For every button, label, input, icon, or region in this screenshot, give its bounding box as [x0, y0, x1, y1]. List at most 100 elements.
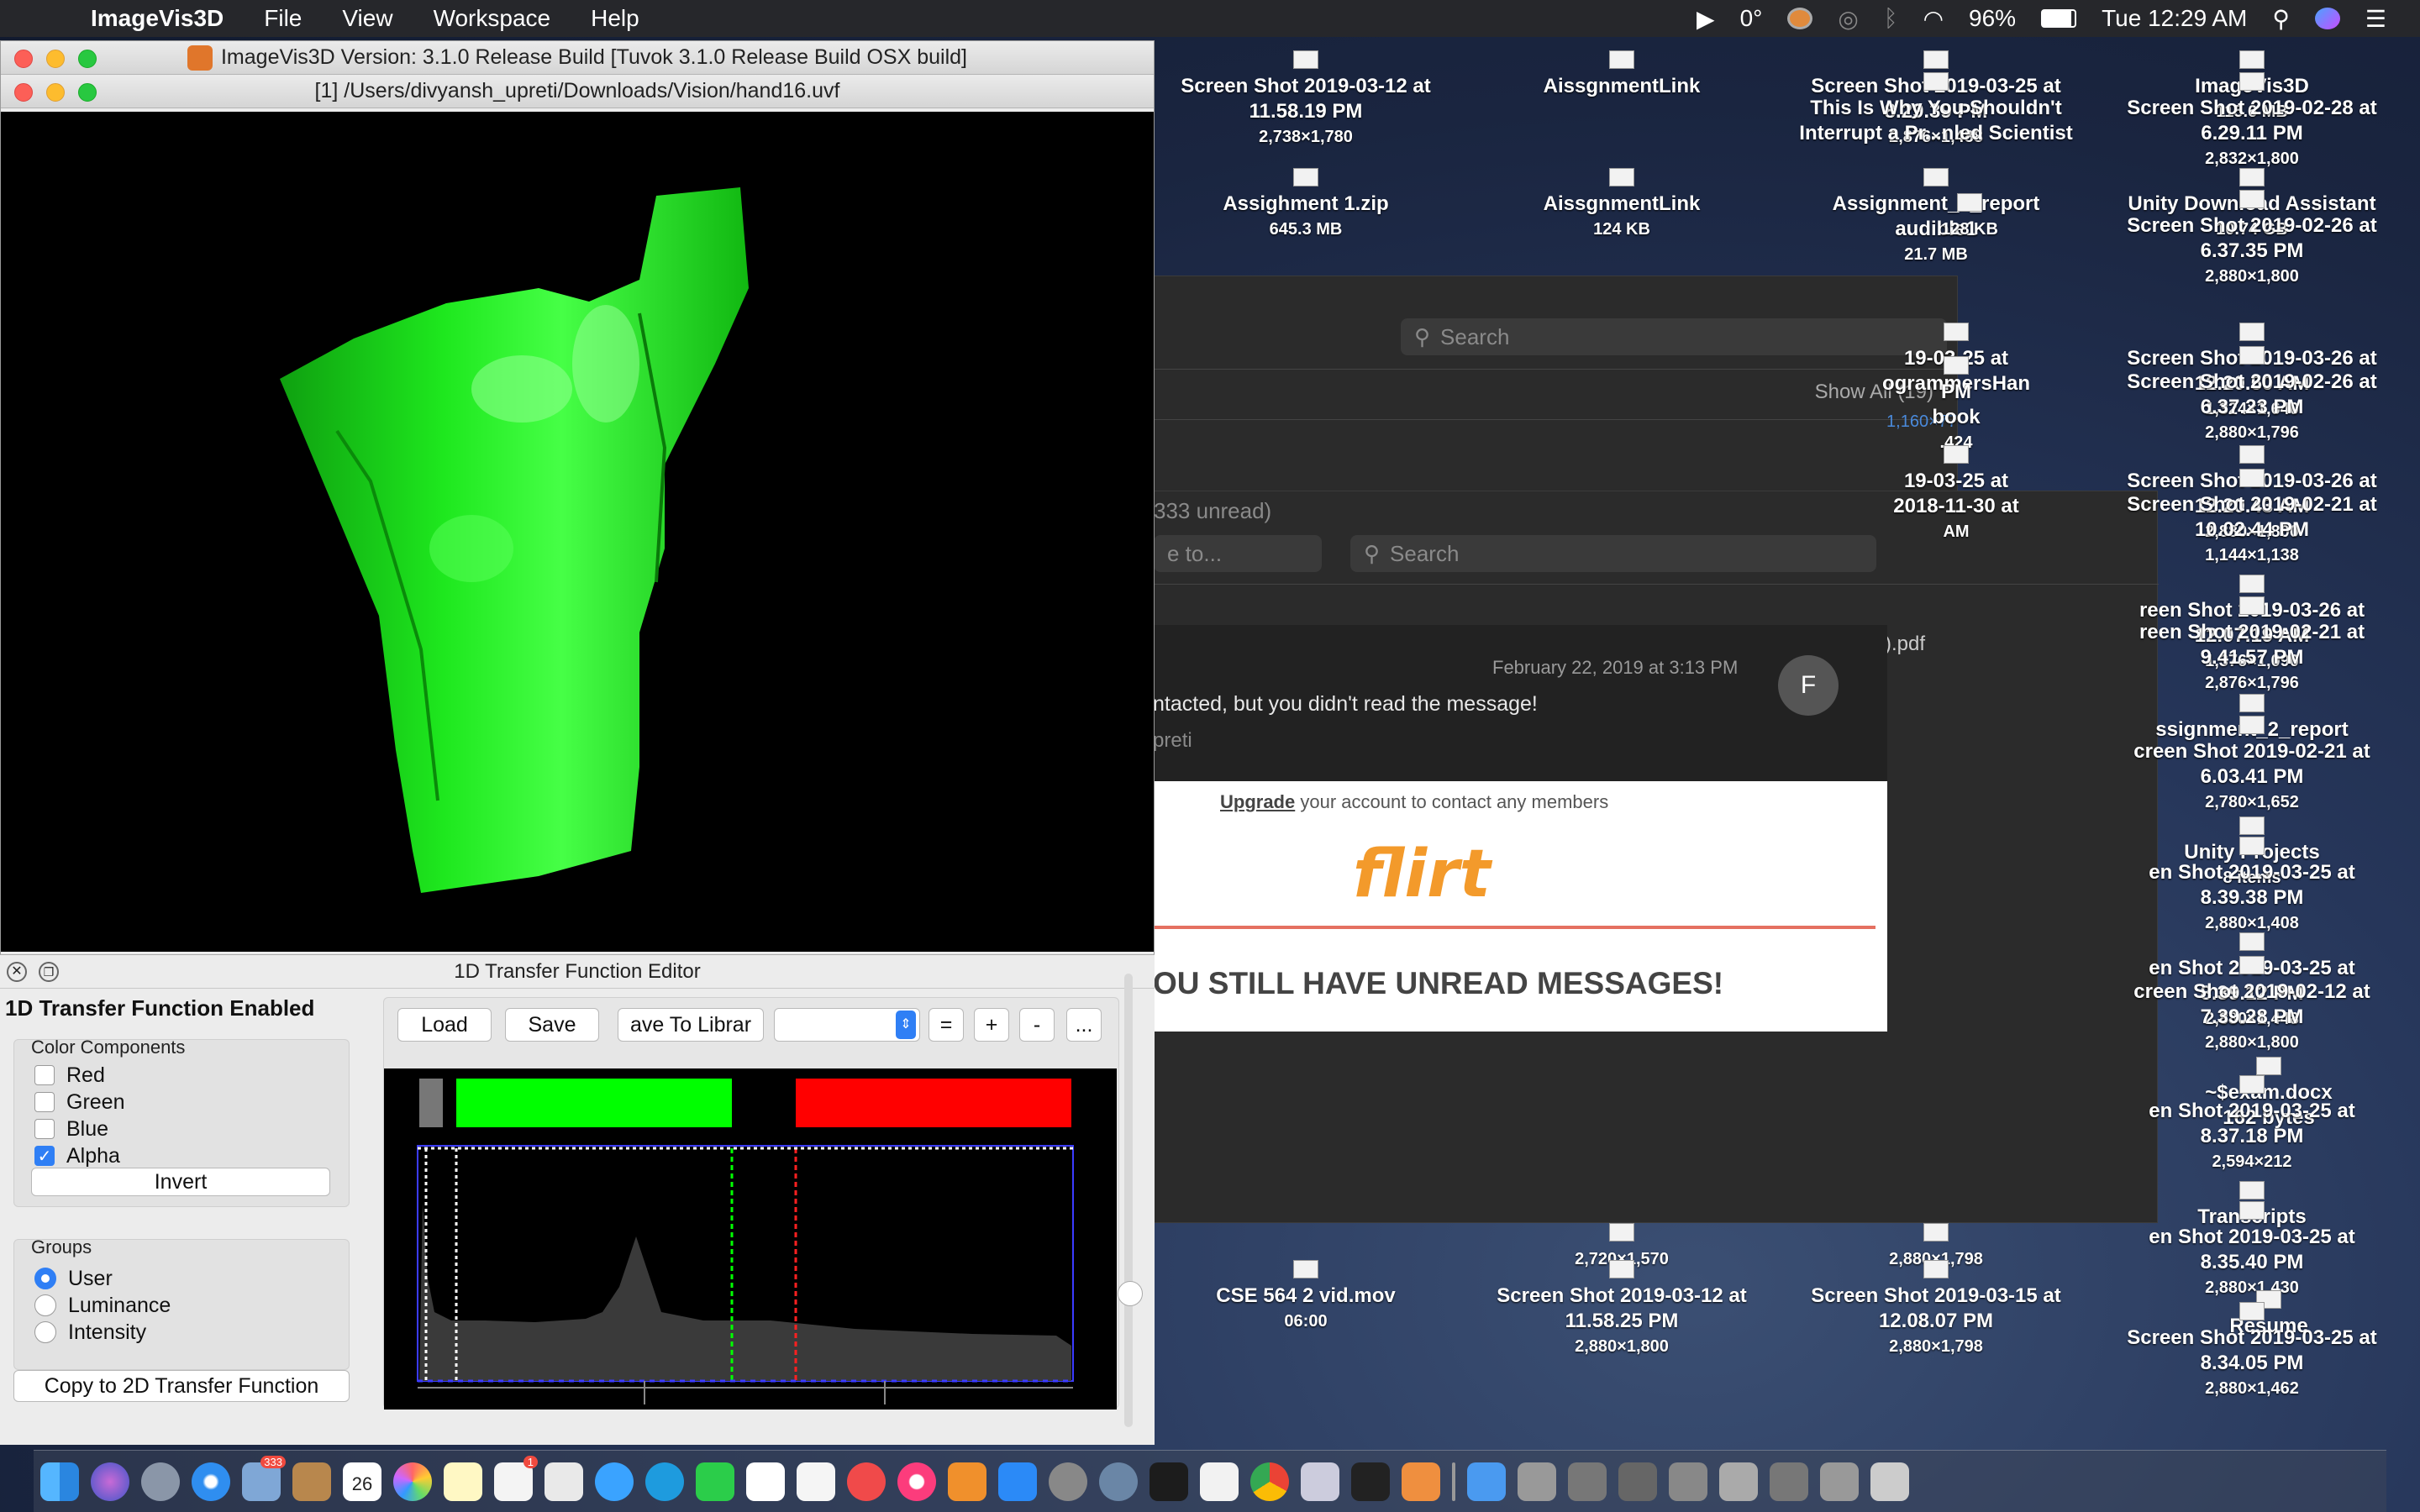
remove-button[interactable]: - [1019, 1008, 1055, 1042]
menu-app-name[interactable]: ImageVis3D [91, 5, 224, 32]
stack-icon[interactable] [1518, 1462, 1556, 1501]
desktop-file-icon[interactable]: This Is Why You Shouldn't Interrupt a Pr.… [1785, 72, 2087, 146]
radio-button[interactable] [34, 1294, 56, 1316]
stack-icon[interactable] [1770, 1462, 1808, 1501]
siri-icon[interactable] [2314, 8, 2340, 29]
desktop-file-icon[interactable]: Screen Shot 2019-02-21 at 10.02.44 PM 1,14… [2101, 469, 2403, 568]
battery-percent[interactable]: 96% [1969, 5, 2016, 32]
radio-button[interactable] [34, 1321, 56, 1343]
desktop-file-icon[interactable]: reen Shot 2019-02-21 at 9.41.57 PM 2,876×1… [2101, 596, 2403, 696]
add-button[interactable]: + [974, 1008, 1009, 1042]
window-titlebar[interactable]: ImageVis3D Version: 3.1.0 Release Build … [1, 41, 1154, 75]
vertical-slider-track[interactable] [1124, 974, 1133, 1427]
minimize-button[interactable] [46, 83, 65, 102]
checkbox-box[interactable] [34, 1119, 55, 1139]
transfer-function-canvas[interactable] [384, 1068, 1117, 1410]
desktop-file-icon[interactable]: creen Shot 2019-02-21 at 6.03.41 PM 2,780×… [2101, 716, 2403, 815]
save-to-library-button[interactable]: ave To Librar [618, 1008, 764, 1042]
checkbox-blue[interactable]: Blue [28, 1116, 124, 1142]
menu-view[interactable]: View [342, 5, 392, 32]
clock[interactable]: Tue 12:29 AM [2102, 5, 2247, 32]
checkmark-icon[interactable]: ✓ [34, 1146, 55, 1166]
desktop-file-icon[interactable]: Screen Shot 2019-03-15 at 12.08.07 PM 2,88… [1785, 1260, 2087, 1359]
desktop-file-icon[interactable]: en Shot 2019-03-25 at 8.39.38 PM 2,880×1,4… [2101, 837, 2403, 936]
temperature-label[interactable]: 0° [1740, 5, 1763, 32]
render-viewport[interactable] [1, 112, 1154, 952]
desktop-file-icon[interactable]: 19-03-25 at 2018-11-30 at AM [1805, 445, 2107, 544]
keynote-icon[interactable] [797, 1462, 835, 1501]
zoom-button[interactable] [78, 83, 97, 102]
terminal-icon[interactable] [1150, 1462, 1188, 1501]
chrome-icon[interactable] [1250, 1462, 1289, 1501]
contacts-icon[interactable] [292, 1462, 331, 1501]
stack-icon[interactable] [1669, 1462, 1707, 1501]
desktop-file-icon[interactable]: Screen Shot 2019-03-12 at 11.58.19 PM 2,73… [1155, 50, 1457, 150]
radio-user[interactable]: User [28, 1265, 171, 1292]
skype-icon[interactable] [645, 1462, 684, 1501]
messages-icon[interactable] [595, 1462, 634, 1501]
desktop-file-icon[interactable]: creen Shot 2019-02-12 at 7.39.28 PM 2,880×… [2101, 956, 2403, 1055]
bluetooth-icon[interactable]: ᛒ [1884, 5, 1898, 32]
unity-icon[interactable] [1351, 1462, 1390, 1501]
tf-editor-titlebar[interactable]: ✕ ❐ 1D Transfer Function Editor [0, 955, 1155, 989]
status-app-icon[interactable] [1787, 8, 1813, 29]
zoom-button[interactable] [78, 50, 97, 68]
checkbox-box[interactable] [34, 1092, 55, 1112]
copy-to-2d-button[interactable]: Copy to 2D Transfer Function [13, 1370, 350, 1402]
desktop-file-icon[interactable]: Screen Shot 2019-02-26 at 6.37.23 PM 2,880… [2101, 346, 2403, 445]
books-icon[interactable] [948, 1462, 986, 1501]
desktop-file-icon[interactable]: AissgnmentLink 124 KB [1470, 168, 1773, 242]
checkbox-alpha[interactable]: ✓ Alpha [28, 1142, 124, 1169]
notification-center-icon[interactable]: ☰ [2365, 5, 2386, 33]
finder-icon[interactable] [40, 1462, 79, 1501]
desktop-file-icon[interactable]: CSE 564 2 vid.mov 06:00 [1155, 1260, 1457, 1334]
headphones-icon[interactable]: ◎ [1838, 5, 1858, 33]
textedit-icon[interactable] [1200, 1462, 1239, 1501]
checkbox-box[interactable] [34, 1065, 55, 1085]
facetime-icon[interactable] [696, 1462, 734, 1501]
attachment-name[interactable]: ).pdf [1885, 633, 1925, 656]
calendar-icon[interactable]: 26 [343, 1462, 381, 1501]
radio-button[interactable] [34, 1268, 56, 1289]
equal-button[interactable]: = [929, 1008, 964, 1042]
app-store-icon[interactable] [998, 1462, 1037, 1501]
radio-intensity[interactable]: Intensity [28, 1319, 171, 1346]
desktop-file-icon[interactable]: Screen Shot 2019-03-12 at 11.58.25 PM 2,88… [1470, 1260, 1773, 1359]
desktop-file-icon[interactable]: en Shot 2019-03-25 at 8.37.18 PM 2,594×212 [2101, 1075, 2403, 1174]
preview-icon[interactable] [544, 1462, 583, 1501]
minimize-button[interactable] [46, 50, 65, 68]
to-field[interactable]: e to... [1154, 535, 1322, 572]
desktop-file-icon[interactable]: 128 KB [1818, 193, 2121, 242]
desktop-file-icon[interactable]: PM book .424 [1805, 356, 2107, 455]
safari-icon[interactable] [192, 1462, 230, 1501]
document-titlebar[interactable]: [1] /Users/divyansh_upreti/Downloads/Vis… [1, 75, 1154, 108]
more-button[interactable]: ... [1066, 1008, 1102, 1042]
red-color-swatch[interactable] [796, 1079, 1071, 1127]
menu-workspace[interactable]: Workspace [434, 5, 551, 32]
float-icon[interactable]: ❐ [39, 962, 59, 982]
preset-select[interactable]: ⇕ [774, 1008, 920, 1042]
spotlight-search-icon[interactable]: ⚲ [2272, 5, 2290, 33]
desktop-file-icon[interactable]: Screen Shot 2019-02-26 at 6.37.35 PM 2,880… [2101, 190, 2403, 289]
battery-icon[interactable] [2041, 9, 2077, 28]
numbers-icon[interactable] [746, 1462, 785, 1501]
close-icon[interactable]: ✕ [7, 962, 27, 982]
app-icon[interactable] [1402, 1462, 1440, 1501]
launchpad-icon[interactable] [141, 1462, 180, 1501]
siri-icon[interactable] [91, 1462, 129, 1501]
desktop-file-icon[interactable]: Screen Shot 2019-03-25 at 8.34.05 PM 2,880… [2101, 1302, 2403, 1401]
notes-icon[interactable] [444, 1462, 482, 1501]
desktop-file-icon[interactable]: AissgnmentLink [1470, 50, 1773, 99]
photos-icon[interactable] [393, 1462, 432, 1501]
upgrade-link[interactable]: Upgrade [1220, 791, 1295, 812]
save-button[interactable]: Save [505, 1008, 599, 1042]
imagevis3d-dock-icon[interactable] [1099, 1462, 1138, 1501]
desktop-file-icon[interactable]: Assighment 1.zip 645.3 MB [1155, 168, 1457, 242]
green-color-swatch[interactable] [456, 1079, 732, 1127]
stack-icon[interactable] [1820, 1462, 1859, 1501]
checkbox-green[interactable]: Green [28, 1089, 124, 1116]
close-button[interactable] [14, 83, 33, 102]
desktop-file-icon[interactable]: en Shot 2019-03-25 at 8.35.40 PM 2,880×1,4… [2101, 1201, 2403, 1300]
stack-icon[interactable] [1568, 1462, 1607, 1501]
system-preferences-icon[interactable] [1049, 1462, 1087, 1501]
